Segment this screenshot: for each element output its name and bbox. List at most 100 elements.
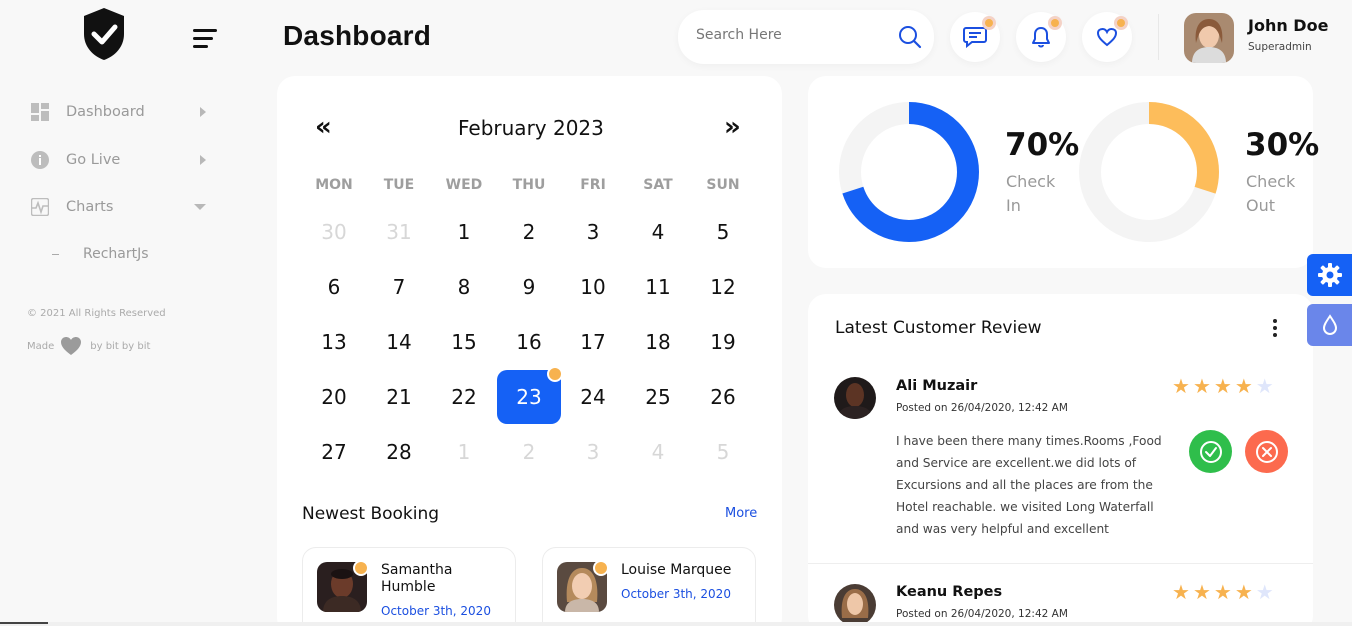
reviewer-name: Ali Muzair xyxy=(896,378,978,394)
favorites-button[interactable] xyxy=(1082,12,1132,62)
close-circle-icon xyxy=(1255,440,1278,463)
booking-card[interactable]: Samantha Humble October 3th, 2020 xyxy=(302,547,516,626)
booking-card[interactable]: Louise Marquee October 3th, 2020 xyxy=(542,547,756,626)
search-icon[interactable] xyxy=(898,25,922,53)
calendar-day[interactable]: 7 xyxy=(367,260,431,314)
more-link[interactable]: More xyxy=(725,506,757,521)
sidebar-item-go-live[interactable]: Go Live xyxy=(30,147,220,173)
calendar-day[interactable]: 30 xyxy=(302,205,366,259)
star-filled-icon: ★ xyxy=(1213,580,1232,604)
reviewer-name: Keanu Repes xyxy=(896,584,1003,600)
star-filled-icon: ★ xyxy=(1172,580,1190,604)
status-dot xyxy=(593,560,609,576)
calendar-day[interactable]: 24 xyxy=(561,370,625,424)
messages-button[interactable] xyxy=(950,12,1000,62)
calendar-day[interactable]: 9 xyxy=(497,260,561,314)
calendar-day[interactable]: 2 xyxy=(497,425,561,479)
calendar-day[interactable]: 4 xyxy=(626,425,690,479)
calendar-day[interactable]: 13 xyxy=(302,315,366,369)
info-icon xyxy=(30,150,50,170)
calendar-day[interactable]: 19 xyxy=(691,315,755,369)
sidebar-item-dashboard[interactable]: Dashboard xyxy=(30,99,220,125)
calendar-day[interactable]: 1 xyxy=(432,425,496,479)
calendar-day[interactable]: 20 xyxy=(302,370,366,424)
calendar-day[interactable]: 3 xyxy=(561,425,625,479)
newest-booking-title: Newest Booking xyxy=(302,504,440,524)
star-filled-icon: ★ xyxy=(1213,374,1232,398)
weekday-label: FRI xyxy=(580,177,606,193)
review-text: I have been there many times.Rooms ,Food… xyxy=(896,434,1162,536)
notifications-button[interactable] xyxy=(1016,12,1066,62)
next-month-button[interactable]: » xyxy=(724,112,741,142)
calendar-day[interactable]: 17 xyxy=(561,315,625,369)
notification-dot xyxy=(1048,16,1062,30)
review-date: Posted on 26/04/2020, 12:42 AM xyxy=(896,402,1068,414)
sidebar-item-charts[interactable]: Charts xyxy=(30,194,220,220)
calendar-day[interactable]: 10 xyxy=(561,260,625,314)
check-circle-icon xyxy=(1199,440,1222,463)
drop-icon xyxy=(1322,314,1337,335)
calendar-day[interactable]: 27 xyxy=(302,425,366,479)
settings-button[interactable] xyxy=(1307,254,1352,296)
heart-icon xyxy=(61,337,82,355)
dots-icon xyxy=(1273,319,1277,323)
calendar-day[interactable]: 5 xyxy=(691,205,755,259)
calendar-day[interactable]: 22 xyxy=(432,370,496,424)
user-name[interactable]: John Doe xyxy=(1248,16,1328,35)
sidebar-subitem-rechartjs[interactable]: RechartJs xyxy=(52,246,149,262)
calendar-day[interactable]: 28 xyxy=(367,425,431,479)
calendar-day[interactable]: 14 xyxy=(367,315,431,369)
sidebar-item-label: Charts xyxy=(66,199,114,215)
booking-date: October 3th, 2020 xyxy=(381,604,491,618)
weekday-label: TUE xyxy=(383,177,415,193)
avatar xyxy=(834,377,876,419)
scrollbar-track[interactable] xyxy=(0,622,1352,626)
calendar-day[interactable]: 3 xyxy=(561,205,625,259)
menu-icon xyxy=(193,29,217,32)
page-title: Dashboard xyxy=(283,20,432,51)
prev-month-button[interactable]: « xyxy=(315,112,332,142)
check-out-donut xyxy=(1079,102,1219,242)
weekday-label: SUN xyxy=(706,177,740,193)
calendar-day[interactable]: 6 xyxy=(302,260,366,314)
calendar-day[interactable]: 31 xyxy=(367,205,431,259)
calendar-day[interactable]: 1 xyxy=(432,205,496,259)
calendar-day[interactable]: 2 xyxy=(497,205,561,259)
more-options-button[interactable] xyxy=(1268,319,1282,341)
calendar-day[interactable]: 26 xyxy=(691,370,755,424)
sidebar-item-label: Dashboard xyxy=(66,104,145,120)
review-date: Posted on 26/04/2020, 12:42 AM xyxy=(896,608,1068,620)
calendar-day[interactable]: 16 xyxy=(497,315,561,369)
scrollbar-thumb[interactable] xyxy=(0,622,48,624)
calendar-day[interactable]: 12 xyxy=(691,260,755,314)
search-box xyxy=(678,10,934,64)
avatar xyxy=(834,584,876,626)
status-dot xyxy=(353,560,369,576)
chevron-right-icon xyxy=(200,107,206,117)
search-input[interactable] xyxy=(696,27,886,43)
rating-stars: ★ ★ ★ ★ ★ xyxy=(1172,580,1277,604)
star-filled-icon: ★ xyxy=(1172,374,1190,398)
avatar[interactable] xyxy=(1184,13,1234,63)
booking-date: October 3th, 2020 xyxy=(621,587,731,601)
approve-button[interactable] xyxy=(1189,430,1232,473)
calendar-day[interactable]: 25 xyxy=(626,370,690,424)
check-out-label: Check Out xyxy=(1246,172,1296,215)
calendar-day[interactable]: 8 xyxy=(432,260,496,314)
calendar-day[interactable]: 15 xyxy=(432,315,496,369)
calendar-day[interactable]: 4 xyxy=(626,205,690,259)
weekday-label: SAT xyxy=(643,177,673,193)
notification-dot xyxy=(1114,16,1128,30)
review-divider xyxy=(808,563,1313,564)
calendar-day[interactable]: 18 xyxy=(626,315,690,369)
calendar-day[interactable]: 21 xyxy=(367,370,431,424)
reject-button[interactable] xyxy=(1245,430,1288,473)
app-logo[interactable] xyxy=(82,7,126,61)
theme-color-button[interactable] xyxy=(1307,304,1352,346)
calendar-day[interactable]: 5 xyxy=(691,425,755,479)
booking-name: Samantha Humble xyxy=(381,562,453,595)
menu-toggle-button[interactable] xyxy=(193,29,219,49)
star-filled-icon: ★ xyxy=(1234,374,1253,398)
calendar-day[interactable]: 11 xyxy=(626,260,690,314)
review-title: Latest Customer Review xyxy=(835,318,1042,338)
